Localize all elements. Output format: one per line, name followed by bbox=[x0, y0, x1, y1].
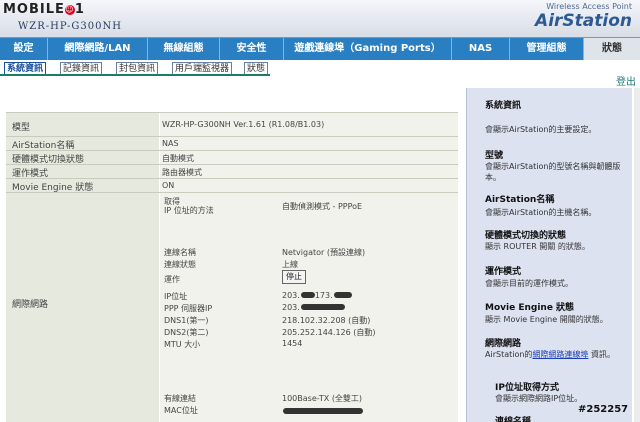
redacted-mark bbox=[333, 292, 352, 298]
help-title: Movie Engine 狀態 bbox=[485, 303, 575, 313]
tab-setup[interactable]: 設定 bbox=[0, 38, 48, 60]
table-row: Movie Engine 狀態 ON bbox=[6, 178, 458, 193]
help-title: 硬體模式切換的狀態 bbox=[485, 231, 567, 241]
mac-address-value bbox=[282, 407, 363, 416]
subnav-underline bbox=[0, 74, 270, 76]
subtab-status[interactable]: 狀態 bbox=[244, 62, 269, 74]
mac-address-label: MAC位址 bbox=[164, 406, 198, 415]
help-desc: 會顯示AirStation的主機名稱。 bbox=[485, 208, 597, 217]
help-desc: 會顯示AirStation的型號名稱與韌體版本。 bbox=[485, 162, 621, 182]
row-key: 網際網路 bbox=[12, 300, 49, 310]
conn-name-label: 連線名稱 bbox=[164, 248, 196, 257]
dns2-label: DNS2(第二) bbox=[164, 328, 209, 337]
help-title: IP位址取得方式 bbox=[495, 383, 559, 393]
tab-management[interactable]: 管理組態 bbox=[510, 38, 584, 60]
row-value: WZR-HP-G300NH Ver.1.61 (R1.08/B1.03) bbox=[162, 120, 325, 129]
help-desc: AirStation的網際網路連線埠 資訊。 bbox=[485, 350, 615, 359]
ip-address-label: IP位址 bbox=[164, 292, 188, 301]
tab-nas[interactable]: NAS bbox=[452, 38, 510, 60]
redacted-mark bbox=[283, 408, 363, 414]
row-value: ON bbox=[162, 181, 175, 190]
tab-status[interactable]: 狀態 bbox=[584, 38, 640, 60]
table-row: 模型 WZR-HP-G300NH Ver.1.61 (R1.08/B1.03) bbox=[6, 112, 458, 136]
tab-wireless[interactable]: 無線組態 bbox=[148, 38, 220, 60]
wired-link-value: 100Base-TX (全雙工) bbox=[282, 394, 363, 403]
tab-security[interactable]: 安全性 bbox=[220, 38, 284, 60]
subtab-system-info[interactable]: 系統資訊 bbox=[4, 62, 47, 74]
conn-status-label: 連線狀態 bbox=[164, 260, 196, 269]
help-title: 系統資訊 bbox=[485, 101, 522, 111]
scrollbar[interactable] bbox=[634, 88, 640, 422]
help-title: AirStation名稱 bbox=[485, 195, 555, 205]
subtab-client-monitor[interactable]: 用戶端監視器 bbox=[172, 62, 233, 74]
logout-link[interactable]: 登出 bbox=[616, 73, 636, 88]
internet-section: 網際網路 取得 IP 位址的方法 自動偵測模式 - PPPoE 連線名稱 Net… bbox=[6, 192, 458, 422]
help-title: 型號 bbox=[485, 151, 504, 161]
system-info-table: 模型 WZR-HP-G300NH Ver.1.61 (R1.08/B1.03) … bbox=[6, 112, 458, 422]
help-desc: 顯示 ROUTER 開關 的狀態。 bbox=[485, 242, 590, 251]
dns1-label: DNS1(第一) bbox=[164, 316, 209, 325]
table-row: 硬體模式切換狀態 自動模式 bbox=[6, 150, 458, 165]
redacted-mark bbox=[300, 292, 315, 298]
subtab-log-info[interactable]: 記錄資訊 bbox=[60, 62, 103, 74]
tagline: Wireless Access Point bbox=[546, 2, 632, 11]
conn-name-value: Netvigator (預設連線) bbox=[282, 248, 366, 257]
row-key: 模型 bbox=[12, 123, 31, 133]
brand-logo: AirStation bbox=[535, 11, 632, 31]
help-panel: 系統資訊 會顯示AirStation的主要設定。 型號 會顯示AirStatio… bbox=[466, 88, 632, 422]
site-logo: MOBILE☺1 bbox=[3, 2, 85, 17]
help-title: 運作模式 bbox=[485, 267, 522, 277]
main-nav: 設定 網際網路/LAN 無線組態 安全性 遊戲連線埠（Gaming Ports）… bbox=[0, 38, 640, 60]
stop-button[interactable]: 停止 bbox=[282, 270, 306, 284]
row-value: 路由器模式 bbox=[162, 168, 202, 177]
redacted-mark bbox=[300, 304, 345, 310]
table-row: 運作模式 路由器模式 bbox=[6, 164, 458, 179]
ip-address-value: 203. 173. bbox=[282, 291, 352, 300]
watermark: #252257 bbox=[578, 404, 629, 415]
help-desc: 會顯示網際網路IP位址。 bbox=[495, 394, 583, 403]
help-title: 網際網路 bbox=[485, 339, 522, 349]
subtab-packet-info[interactable]: 封包資訊 bbox=[116, 62, 159, 74]
help-desc: 會顯示目前的運作模式。 bbox=[485, 279, 573, 288]
dns2-value: 205.252.144.126 (自動) bbox=[282, 328, 376, 337]
table-row: AirStation名稱 NAS bbox=[6, 136, 458, 151]
ppp-server-value: 203. bbox=[282, 303, 345, 312]
model-name: WZR-HP-G300NH bbox=[18, 21, 122, 32]
sub-nav: 系統資訊 記錄資訊 封包資訊 用戶端監視器 狀態 bbox=[0, 60, 640, 74]
row-value: 自動模式 bbox=[162, 154, 194, 163]
wired-link-label: 有線連結 bbox=[164, 394, 196, 403]
help-title: 連線名稱 bbox=[495, 417, 532, 422]
internet-port-link[interactable]: 網際網路連線埠 bbox=[532, 350, 588, 359]
mtu-value: 1454 bbox=[282, 339, 303, 348]
help-desc: 會顯示AirStation的主要設定。 bbox=[485, 125, 597, 134]
mtu-label: MTU 大小 bbox=[164, 340, 201, 349]
tab-internet-lan[interactable]: 網際網路/LAN bbox=[48, 38, 148, 60]
header: MOBILE☺1 WZR-HP-G300NH Wireless Access P… bbox=[0, 0, 640, 38]
conn-status-value: 上線 bbox=[282, 260, 298, 269]
ppp-server-label: PPP 伺服器IP bbox=[164, 304, 213, 313]
help-desc: 顯示 Movie Engine 開關的狀態。 bbox=[485, 315, 608, 324]
ip-method-value: 自動偵測模式 - PPPoE bbox=[282, 202, 363, 211]
row-value: NAS bbox=[162, 139, 179, 148]
action-label: 運作 bbox=[164, 275, 180, 284]
dns1-value: 218.102.32.208 (自動) bbox=[282, 316, 371, 325]
ip-method-label-2: IP 位址的方法 bbox=[164, 206, 214, 215]
tab-gaming-ports[interactable]: 遊戲連線埠（Gaming Ports） bbox=[284, 38, 452, 60]
